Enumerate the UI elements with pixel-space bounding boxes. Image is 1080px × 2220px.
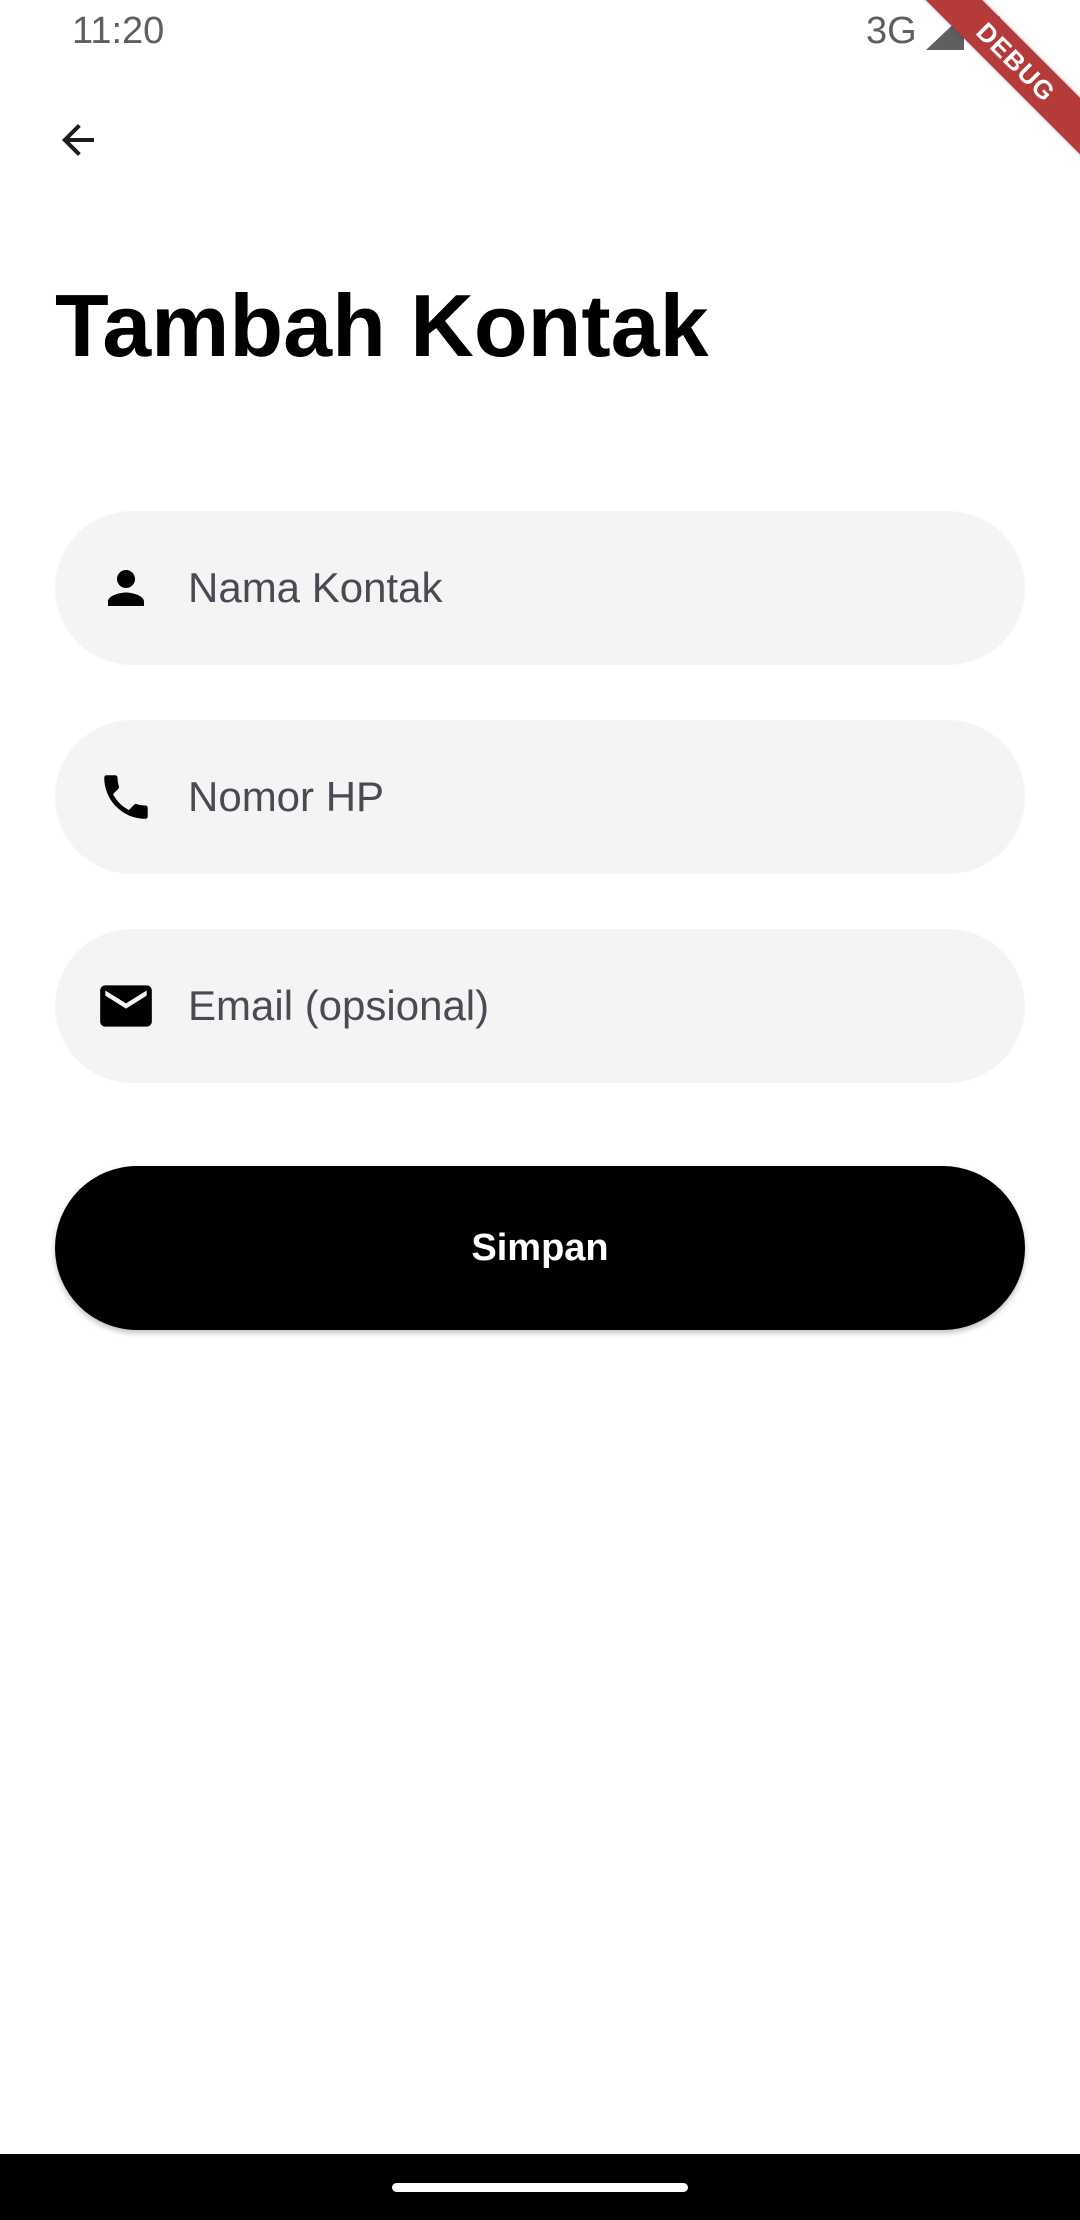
phone-icon <box>95 766 157 828</box>
signal-icon <box>926 14 964 50</box>
save-button[interactable]: Simpan <box>55 1166 1025 1330</box>
phone-number-field[interactable] <box>55 720 1025 874</box>
status-bar: 11:20 3G <box>0 0 1080 64</box>
email-field[interactable] <box>55 929 1025 1083</box>
contact-name-field[interactable] <box>55 511 1025 665</box>
arrow-left-icon <box>62 124 94 156</box>
email-input[interactable] <box>188 966 985 1046</box>
phone-number-input[interactable] <box>188 757 985 837</box>
contact-name-input[interactable] <box>188 548 985 628</box>
status-time: 11:20 <box>72 10 165 52</box>
battery-icon <box>978 12 1000 50</box>
network-type: 3G <box>866 10 917 52</box>
home-indicator[interactable] <box>392 2183 688 2192</box>
page-title: Tambah Kontak <box>55 276 709 375</box>
back-button[interactable] <box>40 102 116 178</box>
mail-icon <box>95 975 157 1037</box>
navigation-bar <box>0 2154 1080 2220</box>
person-icon <box>95 557 157 619</box>
